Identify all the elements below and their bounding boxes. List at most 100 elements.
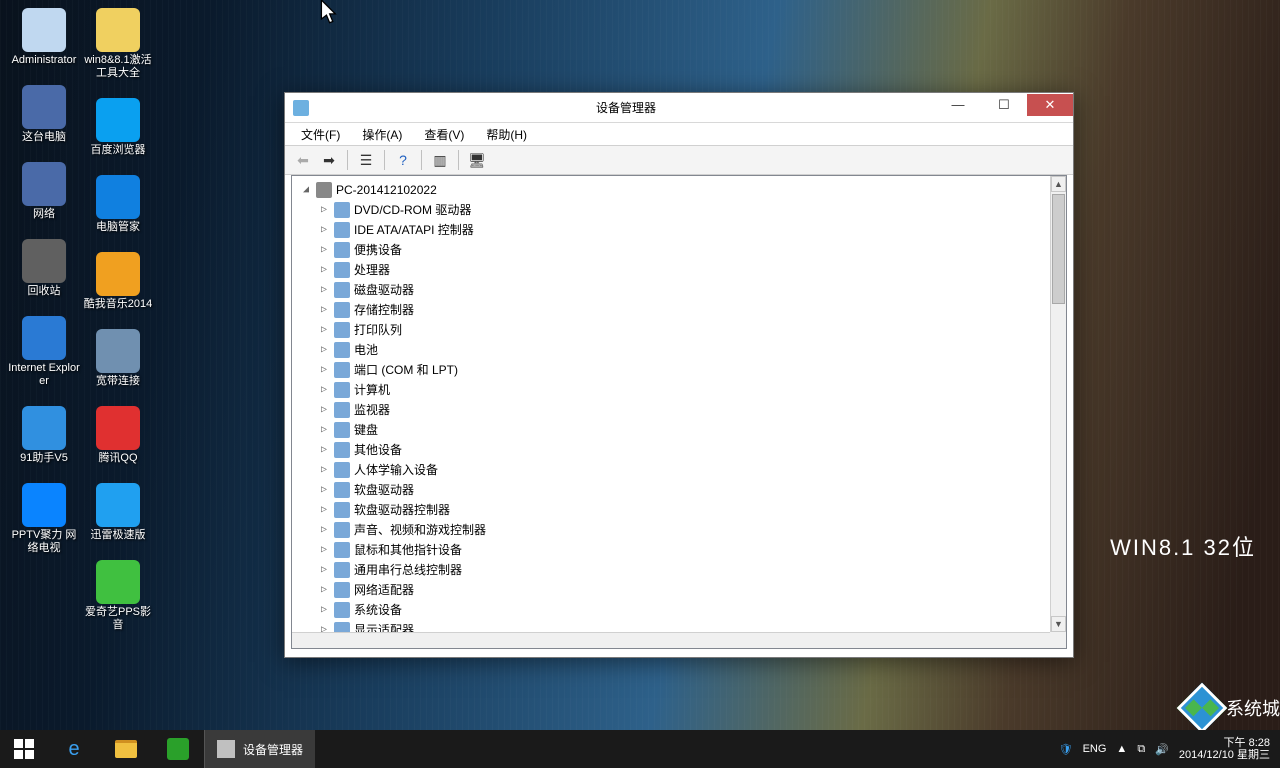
tree-category[interactable]: ▷处理器 [296,260,1050,280]
desktop-icon[interactable]: 酷我音乐2014 [82,252,154,311]
expand-icon[interactable]: ▷ [318,540,330,560]
properties-button[interactable]: ▥ [428,148,452,172]
taskbar-app-icon[interactable] [152,730,204,768]
menu-view[interactable]: 查看(V) [414,124,474,145]
expand-icon[interactable]: ▷ [318,440,330,460]
back-button[interactable]: ⬅ [291,148,315,172]
expand-icon[interactable]: ▷ [318,500,330,520]
expand-icon[interactable]: ▷ [318,400,330,420]
scroll-thumb[interactable] [1052,194,1065,304]
scroll-up-button[interactable]: ▲ [1051,176,1066,192]
expand-icon[interactable]: ▷ [318,320,330,340]
taskbar-task-device-manager[interactable]: 设备管理器 [204,730,315,768]
expand-icon[interactable]: ▷ [318,600,330,620]
tray-volume-icon[interactable]: 🔊 [1155,743,1169,756]
desktop-icon[interactable]: Internet Explorer [8,316,80,388]
expand-icon[interactable]: ▷ [318,340,330,360]
app-icon [96,98,140,142]
forward-button[interactable]: ➡ [317,148,341,172]
expand-icon[interactable]: ▷ [318,260,330,280]
tree-category[interactable]: ▷显示适配器 [296,620,1050,632]
maximize-button[interactable]: ☐ [981,94,1027,116]
tray-flag-icon[interactable]: ▲ [1116,743,1127,755]
tree-category[interactable]: ▷键盘 [296,420,1050,440]
desktop-icon[interactable]: 91助手V5 [8,406,80,465]
start-button[interactable] [0,730,48,768]
vertical-scrollbar[interactable]: ▲ ▼ [1050,176,1066,632]
tree-category[interactable]: ▷存储控制器 [296,300,1050,320]
desktop-icon[interactable]: 腾讯QQ [82,406,154,465]
titlebar[interactable]: 设备管理器 — ☐ ✕ [285,93,1073,123]
expand-icon[interactable]: ▷ [318,240,330,260]
menu-help[interactable]: 帮助(H) [476,124,537,145]
expand-icon[interactable]: ▷ [318,360,330,380]
desktop-icon[interactable]: win8&8.1激活工具大全 [82,8,154,80]
tree-category[interactable]: ▷软盘驱动器控制器 [296,500,1050,520]
desktop-icon[interactable]: PPTV聚力 网络电视 [8,483,80,555]
tree-category[interactable]: ▷电池 [296,340,1050,360]
expand-icon[interactable]: ▷ [318,580,330,600]
scroll-down-button[interactable]: ▼ [1051,616,1066,632]
tray-network-icon[interactable]: ⧉ [1137,743,1145,756]
expand-icon[interactable]: ▷ [318,220,330,240]
close-button[interactable]: ✕ [1027,94,1073,116]
horizontal-scrollbar[interactable] [292,632,1050,648]
expand-icon[interactable]: ▷ [318,420,330,440]
expand-icon[interactable]: ▷ [318,560,330,580]
expand-icon[interactable]: ▷ [318,300,330,320]
tray-clock[interactable]: 下午 8:28 2014/12/10 星期三 [1179,737,1270,761]
tray-lang[interactable]: ENG [1083,743,1107,755]
taskbar-explorer-icon[interactable] [100,730,152,768]
tree-category[interactable]: ▷端口 (COM 和 LPT) [296,360,1050,380]
expand-icon[interactable]: ▷ [318,280,330,300]
help-button[interactable]: ? [391,148,415,172]
expand-icon[interactable]: ▷ [318,520,330,540]
menu-file[interactable]: 文件(F) [291,124,350,145]
scan-hardware-button[interactable]: 🖥 [465,148,489,172]
desktop-icon[interactable]: Administrator [8,8,80,67]
expand-icon[interactable]: ▷ [318,480,330,500]
tree-category[interactable]: ▷打印队列 [296,320,1050,340]
tree-category-label: 通用串行总线控制器 [354,560,462,580]
collapse-icon[interactable]: ◢ [300,180,312,200]
desktop-icon[interactable]: 百度浏览器 [82,98,154,157]
category-icon [334,282,350,298]
expand-icon[interactable]: ▷ [318,460,330,480]
desktop-icon[interactable]: 这台电脑 [8,85,80,144]
desktop-icon[interactable]: 回收站 [8,239,80,298]
menu-action[interactable]: 操作(A) [352,124,412,145]
tree-category[interactable]: ▷计算机 [296,380,1050,400]
desktop-icon[interactable]: 电脑管家 [82,175,154,234]
app-icon [22,483,66,527]
tree-category[interactable]: ▷DVD/CD-ROM 驱动器 [296,200,1050,220]
tree-category[interactable]: ▷ 通用串行总线控制器 [296,560,1050,580]
tree-category[interactable]: ▷监视器 [296,400,1050,420]
show-hidden-button[interactable]: ☰ [354,148,378,172]
desktop-icon[interactable]: 迅雷极速版 [82,483,154,542]
expand-icon[interactable]: ▷ [318,200,330,220]
tree-category[interactable]: ▷鼠标和其他指针设备 [296,540,1050,560]
tree-category[interactable]: ▷磁盘驱动器 [296,280,1050,300]
expand-icon[interactable]: ▷ [318,620,330,632]
taskbar-ie-icon[interactable]: e [48,730,100,768]
minimize-button[interactable]: — [935,94,981,116]
tree-category[interactable]: ▷其他设备 [296,440,1050,460]
tree-category[interactable]: ▷软盘驱动器 [296,480,1050,500]
app-icon [96,483,140,527]
tree-category[interactable]: ▷便携设备 [296,240,1050,260]
tree-category[interactable]: ▷人体学输入设备 [296,460,1050,480]
tray-shield-icon[interactable]: 🛡 [1059,743,1073,756]
device-tree[interactable]: ◢ PC-201412102022 ▷DVD/CD-ROM 驱动器▷IDE AT… [292,176,1050,632]
tree-category[interactable]: ▷声音、视频和游戏控制器 [296,520,1050,540]
category-icon [334,442,350,458]
desktop-icon[interactable]: 宽带连接 [82,329,154,388]
desktop-icon[interactable]: 爱奇艺PPS影音 [82,560,154,632]
expand-icon[interactable]: ▷ [318,380,330,400]
desktop-icon[interactable]: 网络 [8,162,80,221]
desktop-icon-label: Administrator [8,54,80,67]
tree-category[interactable]: ▷网络适配器 [296,580,1050,600]
tree-category[interactable]: ▷系统设备 [296,600,1050,620]
tree-category[interactable]: ▷IDE ATA/ATAPI 控制器 [296,220,1050,240]
tree-root[interactable]: ◢ PC-201412102022 ▷DVD/CD-ROM 驱动器▷IDE AT… [296,180,1050,632]
desktop-icon-label: 回收站 [8,285,80,298]
